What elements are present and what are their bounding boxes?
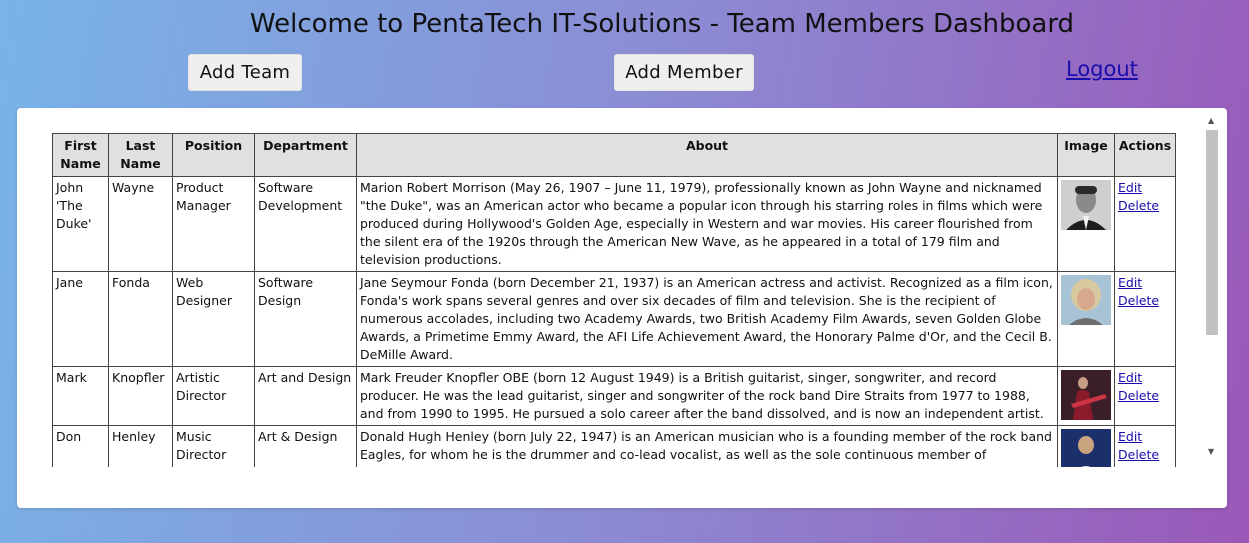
column-header-last-name: Last Name [108, 133, 173, 177]
cell-image [1057, 366, 1115, 426]
cell-department: Software Development [254, 176, 357, 272]
cell-position: Web Designer [172, 271, 255, 367]
edit-link[interactable]: Edit [1118, 369, 1172, 387]
column-header-first-name: First Name [52, 133, 109, 177]
column-header-about: About [356, 133, 1058, 177]
table-row: Don Henley Music Director Art & Design D… [52, 425, 1176, 467]
cell-about: Donald Hugh Henley (born July 22, 1947) … [356, 425, 1058, 467]
cell-last-name: Knopfler [108, 366, 173, 426]
cell-position: Artistic Director [172, 366, 255, 426]
cell-department: Art & Design [254, 425, 357, 467]
member-photo [1061, 180, 1111, 230]
delete-link[interactable]: Delete [1118, 197, 1172, 215]
cell-first-name: Don [52, 425, 109, 467]
table-row: John 'The Duke' Wayne Product Manager So… [52, 176, 1176, 272]
column-header-image: Image [1057, 133, 1115, 177]
cell-department: Software Design [254, 271, 357, 367]
cell-actions: Edit Delete [1114, 271, 1176, 367]
edit-link[interactable]: Edit [1118, 428, 1172, 446]
cell-image [1057, 176, 1115, 272]
column-header-actions: Actions [1114, 133, 1176, 177]
cell-actions: Edit Delete [1114, 176, 1176, 272]
members-table: First Name Last Name Position Department… [52, 133, 1176, 467]
member-photo [1061, 370, 1111, 420]
cell-first-name: Mark [52, 366, 109, 426]
column-header-department: Department [254, 133, 357, 177]
add-member-button[interactable]: Add Member [614, 54, 754, 91]
vertical-scrollbar[interactable]: ▲ ▼ [1204, 113, 1219, 466]
logout-link[interactable]: Logout [1066, 57, 1138, 81]
cell-last-name: Fonda [108, 271, 173, 367]
scroll-down-arrow-icon[interactable]: ▼ [1208, 447, 1214, 456]
cell-last-name: Henley [108, 425, 173, 467]
cell-image [1057, 425, 1115, 467]
cell-position: Music Director [172, 425, 255, 467]
table-row: Mark Knopfler Artistic Director Art and … [52, 366, 1176, 426]
cell-department: Art and Design [254, 366, 357, 426]
table-header-row: First Name Last Name Position Department… [52, 133, 1176, 177]
delete-link[interactable]: Delete [1118, 387, 1172, 405]
cell-position: Product Manager [172, 176, 255, 272]
scroll-up-arrow-icon[interactable]: ▲ [1208, 116, 1214, 125]
cell-last-name: Wayne [108, 176, 173, 272]
delete-link[interactable]: Delete [1118, 292, 1172, 310]
cell-about: Mark Freuder Knopfler OBE (born 12 Augus… [356, 366, 1058, 426]
page-title: Welcome to PentaTech IT-Solutions - Team… [249, 9, 1075, 39]
edit-link[interactable]: Edit [1118, 179, 1172, 197]
delete-link[interactable]: Delete [1118, 446, 1172, 464]
member-photo [1061, 275, 1111, 325]
cell-first-name: John 'The Duke' [52, 176, 109, 272]
cell-actions: Edit Delete [1114, 425, 1176, 467]
members-scroll-area[interactable]: First Name Last Name Position Department… [17, 112, 1222, 467]
add-team-button[interactable]: Add Team [188, 54, 302, 91]
scrollbar-thumb[interactable] [1206, 130, 1218, 335]
table-row: Jane Fonda Web Designer Software Design … [52, 271, 1176, 367]
edit-link[interactable]: Edit [1118, 274, 1172, 292]
cell-about: Jane Seymour Fonda (born December 21, 19… [356, 271, 1058, 367]
column-header-position: Position [172, 133, 255, 177]
cell-about: Marion Robert Morrison (May 26, 1907 – J… [356, 176, 1058, 272]
member-photo [1061, 429, 1111, 467]
cell-actions: Edit Delete [1114, 366, 1176, 426]
members-panel: First Name Last Name Position Department… [17, 108, 1227, 508]
cell-image [1057, 271, 1115, 367]
cell-first-name: Jane [52, 271, 109, 367]
